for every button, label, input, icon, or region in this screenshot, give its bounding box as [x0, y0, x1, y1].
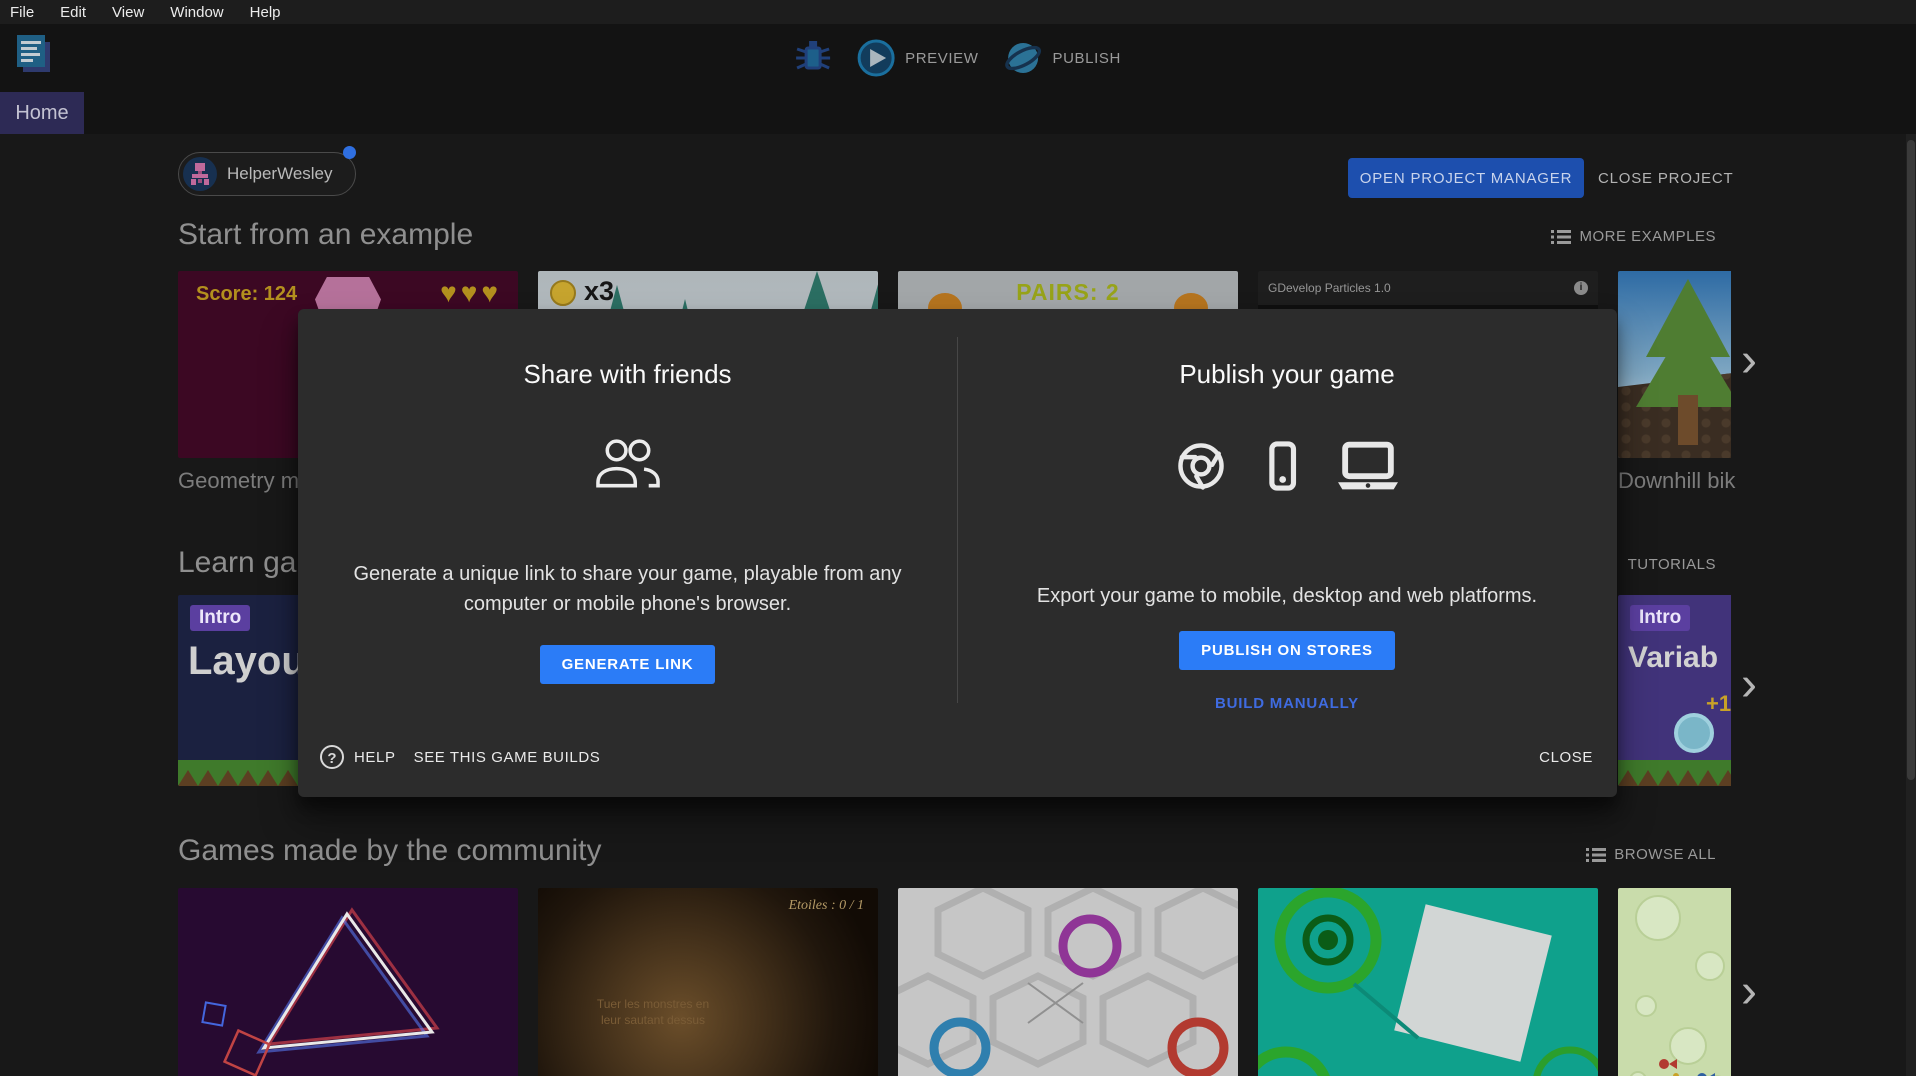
toolbar-center: PREVIEW PUBLISH [795, 24, 1121, 92]
example-caption-geometry: Geometry m [178, 468, 299, 494]
browse-all-label: BROWSE ALL [1614, 846, 1716, 863]
intro-tag: Intro [1630, 605, 1690, 631]
share-column: Share with friends Generate a unique lin… [298, 309, 957, 739]
community-section-title: Games made by the community [178, 834, 602, 868]
tab-home[interactable]: Home [0, 92, 84, 134]
hearts: ♥♥♥ [440, 277, 502, 309]
publish-globe-icon [1005, 39, 1043, 77]
project-manager-icon[interactable] [14, 32, 54, 80]
tree-shape [1646, 279, 1730, 357]
share-description: Generate a unique link to share your gam… [318, 559, 937, 619]
username: HelperWesley [227, 164, 333, 184]
menu-bar: File Edit View Window Help [0, 0, 1916, 24]
share-title: Share with friends [298, 359, 957, 390]
menu-window[interactable]: Window [170, 4, 223, 21]
generate-link-button[interactable]: GENERATE LINK [540, 645, 716, 684]
list-icon [1586, 847, 1606, 863]
browse-all-button[interactable]: BROWSE ALL [1586, 846, 1716, 863]
dialog-footer: ? HELP SEE THIS GAME BUILDS CLOSE [320, 739, 1593, 775]
help-icon[interactable]: ? [320, 745, 344, 769]
example-card-downhill-bike[interactable]: G [1618, 271, 1731, 458]
menu-view[interactable]: View [112, 4, 144, 21]
community-card-hexagons[interactable] [898, 888, 1238, 1076]
people-icon [589, 437, 667, 495]
open-project-manager-button[interactable]: OPEN PROJECT MANAGER [1348, 158, 1584, 198]
menu-file[interactable]: File [10, 4, 34, 21]
plus-one: +1 [1706, 691, 1731, 717]
score-text: Score: 124 [196, 283, 297, 306]
more-examples-button[interactable]: MORE EXAMPLES [1551, 228, 1716, 245]
community-card-rings[interactable] [1258, 888, 1598, 1076]
example-caption-downhill: Downhill bik [1618, 468, 1735, 494]
slime-character [1674, 713, 1714, 753]
coin-icon [550, 280, 576, 306]
community-next-chevron-icon[interactable]: › [1741, 972, 1757, 1012]
share-publish-dialog: Share with friends Generate a unique lin… [298, 309, 1617, 797]
laptop-icon [1335, 440, 1401, 492]
triangle-art [178, 888, 518, 1076]
gdevelop-window: File Edit View Window Help PREVIEW [0, 0, 1916, 1076]
tree-trunk [1678, 395, 1698, 445]
variables-word: Variab [1628, 641, 1718, 675]
community-row: Etoiles : 0 / 1 Tuer les monstres en leu… [178, 888, 1731, 1076]
help-button[interactable]: HELP [354, 749, 396, 766]
hint-text: Tuer les monstres en leur sautant dessus [538, 996, 768, 1028]
tutorials-label: TUTORIALS [1628, 556, 1716, 573]
publish-column: Publish your game [957, 309, 1617, 739]
hexagon-art [898, 888, 1238, 1076]
tutorial-card-variables[interactable]: Intro Variab +1 [1618, 595, 1731, 786]
preview-play-icon [857, 39, 895, 77]
publish-on-stores-button[interactable]: PUBLISH ON STORES [1179, 631, 1395, 670]
list-icon [1551, 229, 1571, 245]
community-card-bubbles[interactable] [1618, 888, 1731, 1076]
user-chip[interactable]: HelperWesley [178, 152, 356, 196]
stars-counter: Etoiles : 0 / 1 [789, 898, 864, 914]
tab-bar: Home [0, 92, 1916, 134]
particles-title: GDevelop Particles 1.0 [1268, 271, 1391, 305]
notification-dot [343, 146, 356, 159]
chrome-icon [1173, 438, 1229, 494]
menu-help[interactable]: Help [250, 4, 281, 21]
publish-title: Publish your game [957, 359, 1617, 390]
community-card-night[interactable]: Etoiles : 0 / 1 Tuer les monstres en leu… [538, 888, 878, 1076]
intro-tag: Intro [190, 605, 250, 631]
more-examples-label: MORE EXAMPLES [1579, 228, 1716, 245]
community-card-geometry[interactable] [178, 888, 518, 1076]
info-icon[interactable]: i [1574, 281, 1588, 295]
close-project-button[interactable]: CLOSE PROJECT [1598, 158, 1733, 198]
learn-section-title: Learn ga [178, 546, 296, 580]
rings-art [1258, 888, 1598, 1076]
debug-icon[interactable] [795, 39, 831, 77]
coin-multiplier: x3 [584, 276, 614, 307]
examples-section-title: Start from an example [178, 218, 473, 252]
publish-description: Export your game to mobile, desktop and … [977, 581, 1597, 611]
ground-teeth [1618, 770, 1731, 786]
preview-button[interactable]: PREVIEW [857, 39, 978, 77]
scrollbar-thumb[interactable] [1907, 140, 1915, 780]
menu-edit[interactable]: Edit [60, 4, 86, 21]
close-dialog-button[interactable]: CLOSE [1539, 749, 1593, 766]
build-manually-link[interactable]: BUILD MANUALLY [957, 695, 1617, 712]
learn-next-chevron-icon[interactable]: › [1741, 665, 1757, 705]
smartphone-icon [1255, 437, 1309, 495]
see-builds-button[interactable]: SEE THIS GAME BUILDS [414, 749, 601, 766]
examples-next-chevron-icon[interactable]: › [1741, 341, 1757, 381]
preview-label: PREVIEW [905, 50, 978, 67]
avatar [183, 157, 217, 191]
bubbles-art [1618, 888, 1731, 1076]
publish-label: PUBLISH [1053, 50, 1121, 67]
tab-home-label: Home [15, 102, 68, 125]
publish-button[interactable]: PUBLISH [1005, 39, 1121, 77]
tutorials-button[interactable]: TUTORIALS [1628, 556, 1716, 573]
